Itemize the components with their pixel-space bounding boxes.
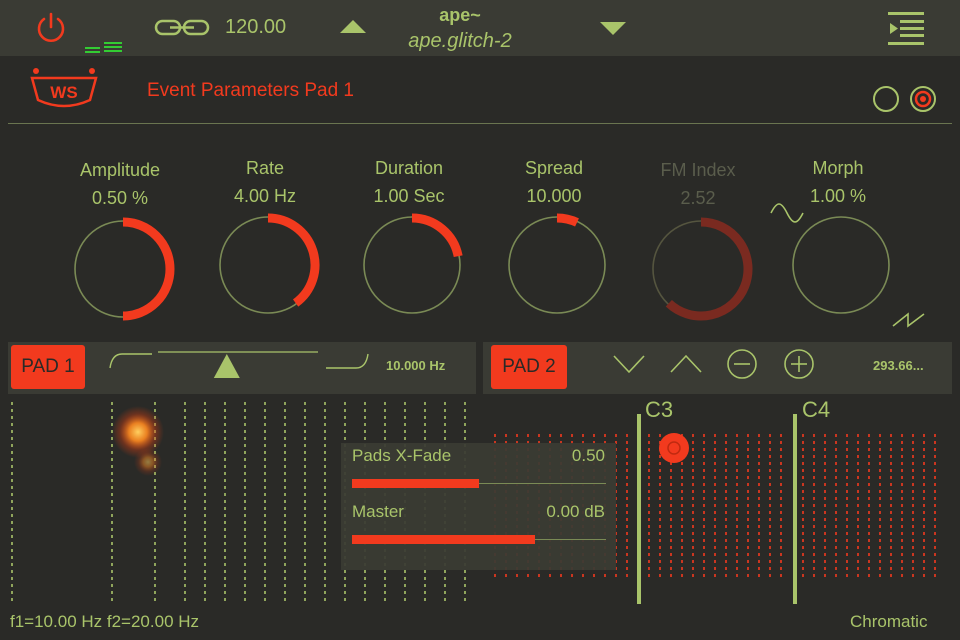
link-icon[interactable] <box>154 18 210 38</box>
knob-value-arc <box>411 213 463 258</box>
knob-fm-index[interactable] <box>648 216 754 322</box>
footer-frequencies: f1=10.00 Hz f2=20.00 Hz <box>10 612 200 631</box>
preset-next-icon[interactable] <box>600 22 626 36</box>
knob-fm-index-label: FM Index <box>660 160 736 180</box>
knob-rate-label: Rate <box>245 158 285 178</box>
record-on-icon[interactable] <box>909 85 937 113</box>
master-label: Master <box>352 502 404 521</box>
mixer-panel: Pads X-Fade 0.50 Master 0.00 dB <box>341 443 616 570</box>
master-value: 0.00 dB <box>546 502 605 521</box>
app-name: ape~ <box>439 5 481 25</box>
saw-wave-icon <box>892 312 925 328</box>
header-divider <box>8 123 952 124</box>
pad1-touch-point <box>112 406 164 458</box>
preset-prev-icon[interactable] <box>340 20 366 34</box>
logo-text: WS <box>50 83 77 102</box>
chevron-up-icon[interactable] <box>670 354 702 374</box>
pad2-button[interactable]: PAD 2 <box>491 345 567 389</box>
top-bar: 120.00 ape~ ape.glitch-2 <box>0 0 960 56</box>
knob-duration[interactable] <box>359 212 465 318</box>
plus-icon[interactable] <box>783 348 815 380</box>
knob-amplitude[interactable] <box>70 216 176 322</box>
pad1-button[interactable]: PAD 1 <box>11 345 85 389</box>
knob-value-arc <box>267 213 320 307</box>
knob-value-arc <box>122 217 175 321</box>
pad2-frequency: 293.66... <box>873 358 924 373</box>
knob-ring <box>792 216 890 314</box>
record-off-icon[interactable] <box>872 85 900 113</box>
knob-amplitude-value: 0.50 % <box>91 188 149 208</box>
scale-label[interactable]: Chromatic <box>850 612 927 632</box>
pad2-touch-point <box>659 433 689 463</box>
pad1-slider-thumb <box>213 354 240 378</box>
knob-spread-value: 10.000 <box>526 186 582 206</box>
xfade-slider-fill[interactable] <box>352 479 479 488</box>
knob-amplitude-label: Amplitude <box>79 160 161 180</box>
knob-spread-label: Spread <box>524 158 584 178</box>
knob-fm-index-value: 2.52 <box>680 188 716 208</box>
knob-value-arc <box>665 217 753 321</box>
knob-duration-value: 1.00 Sec <box>373 186 445 206</box>
knob-spread[interactable] <box>504 212 610 318</box>
knob-morph-label: Morph <box>812 158 864 178</box>
xfade-label: Pads X-Fade <box>352 446 452 465</box>
pad1-envelope-slider[interactable] <box>108 346 380 380</box>
knob-rate[interactable] <box>215 212 321 318</box>
master-slider-fill[interactable] <box>352 535 535 544</box>
tempo-value[interactable]: 120.00 <box>225 16 286 39</box>
minus-icon[interactable] <box>726 348 758 380</box>
pad1-frequency: 10.000 Hz <box>386 358 446 373</box>
note-label-c3: C3 <box>645 397 674 422</box>
midi-sync-icon[interactable] <box>84 40 124 54</box>
knob-duration-label: Duration <box>374 158 444 178</box>
power-icon[interactable] <box>34 11 68 45</box>
note-label-c4: C4 <box>802 397 831 422</box>
knob-rate-value: 4.00 Hz <box>233 186 297 206</box>
xfade-value: 0.50 <box>571 446 605 465</box>
pad2-bar: PAD 2 293.66... <box>483 342 952 394</box>
preset-name[interactable]: ape.glitch-2 <box>380 30 540 53</box>
knob-value-arc <box>556 213 579 227</box>
page-title: Event Parameters Pad 1 <box>147 80 354 101</box>
knob-morph[interactable] <box>788 212 894 318</box>
knob-ring <box>508 216 606 314</box>
menu-indent-icon[interactable] <box>888 12 924 46</box>
chevron-down-icon[interactable] <box>613 354 645 374</box>
ws-logo: WS <box>30 68 98 108</box>
sine-wave-icon <box>770 203 804 223</box>
pad1-bar: PAD 1 10.000 Hz <box>8 342 476 394</box>
